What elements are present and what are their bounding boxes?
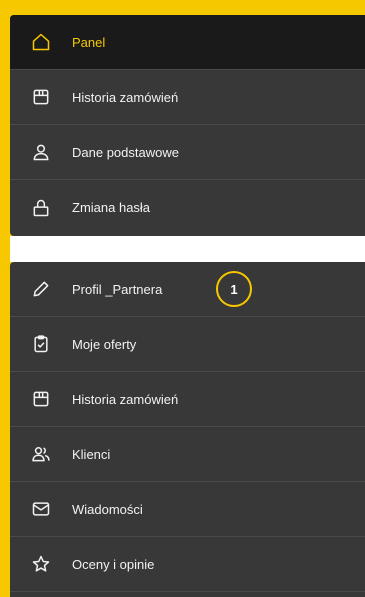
- menu-item-label: Oceny i opinie: [72, 556, 155, 572]
- users-icon: [30, 443, 52, 465]
- menu-item-label: Historia zamówień: [72, 391, 179, 407]
- pencil-icon: [30, 278, 52, 300]
- menu-item-label: Historia zamówień: [72, 89, 179, 105]
- menu-item-change-password[interactable]: Zmiana hasła: [10, 180, 365, 235]
- menu-item-label: Klienci: [72, 446, 111, 462]
- menu-item-my-offers[interactable]: Moje oferty: [10, 317, 365, 372]
- menu-item-basic-data[interactable]: Dane podstawowe: [10, 125, 365, 180]
- menu-item-label: Profil _Partnera: [72, 281, 163, 297]
- menu-item-label: Panel: [72, 34, 106, 50]
- partner-menu: Profil _Partnera 1 Moje oferty Historia …: [10, 262, 365, 597]
- menu-item-label: Zmiana hasła: [72, 200, 151, 215]
- menu-separator: [10, 236, 365, 262]
- menu-item-label: Dane podstawowe: [72, 144, 179, 160]
- menu-item-order-history-partner[interactable]: Historia zamówień: [10, 372, 365, 427]
- user-icon: [30, 141, 52, 163]
- menu-item-messages[interactable]: Wiadomości: [10, 482, 365, 537]
- clipboard-check-icon: [30, 333, 52, 355]
- menu-item-clients[interactable]: Klienci: [10, 427, 365, 482]
- menu-item-label: Moje oferty: [72, 336, 137, 352]
- menu-item-label: Wiadomości: [72, 501, 143, 517]
- menu-item-partner-profile[interactable]: Profil _Partnera 1: [10, 262, 365, 317]
- step-badge: 1: [216, 271, 252, 307]
- home-icon: [30, 31, 52, 53]
- lock-icon: [30, 197, 52, 219]
- menu-item-ratings[interactable]: Oceny i opinie: [10, 537, 365, 592]
- menu-item-order-history[interactable]: Historia zamówień: [10, 70, 365, 125]
- menu-item-panel[interactable]: Panel: [10, 15, 365, 70]
- mail-icon: [30, 498, 52, 520]
- account-menu: Panel Historia zamówień Dane podstawowe …: [10, 15, 365, 236]
- box-icon: [30, 388, 52, 410]
- box-icon: [30, 86, 52, 108]
- star-icon: [30, 553, 52, 575]
